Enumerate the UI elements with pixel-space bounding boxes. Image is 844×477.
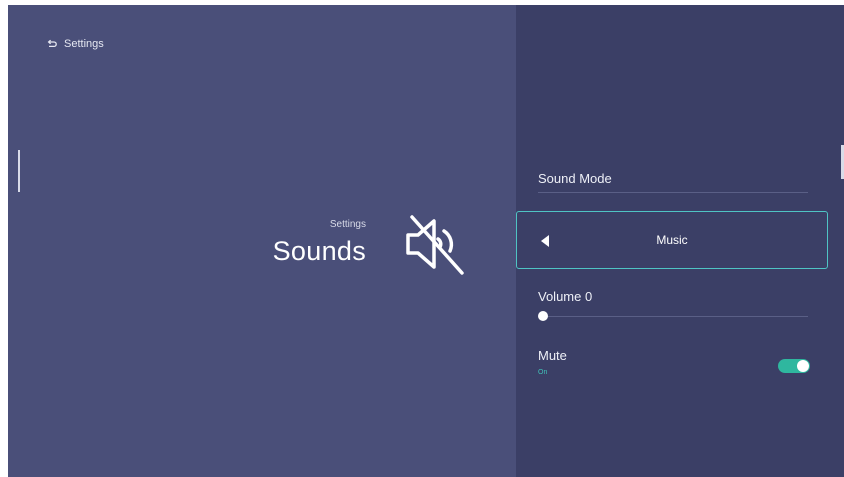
volume-slider[interactable] xyxy=(538,309,808,323)
page-heading: Settings Sounds xyxy=(273,219,366,267)
sound-mode-selector[interactable]: Music xyxy=(516,211,828,269)
breadcrumb: Settings xyxy=(329,219,366,230)
mute-toggle-knob xyxy=(797,360,809,372)
mute-label: Mute xyxy=(538,348,567,363)
left-scroll-indicator xyxy=(18,150,20,192)
volume-track xyxy=(544,316,808,317)
sound-mode-divider xyxy=(538,192,808,193)
volume-mute-icon xyxy=(406,215,464,275)
sound-mode-label: Sound Mode xyxy=(538,171,612,186)
volume-label: Volume 0 xyxy=(538,289,593,304)
settings-panel: Sound Mode Music Volume 0 Mute On xyxy=(516,5,844,477)
page-title: Sounds xyxy=(272,236,366,266)
volume-thumb[interactable] xyxy=(538,311,548,321)
mute-toggle[interactable] xyxy=(778,359,810,373)
back-label: Settings xyxy=(64,38,104,50)
mute-state: On xyxy=(538,369,548,376)
title-panel: Settings Settings Sounds xyxy=(8,5,516,477)
sounds-settings-screen: Settings Settings Sounds Sound Mode Musi… xyxy=(8,5,844,477)
back-arrow-icon xyxy=(47,39,57,48)
sound-mode-value: Music xyxy=(656,233,688,247)
back-button[interactable]: Settings xyxy=(46,38,104,50)
